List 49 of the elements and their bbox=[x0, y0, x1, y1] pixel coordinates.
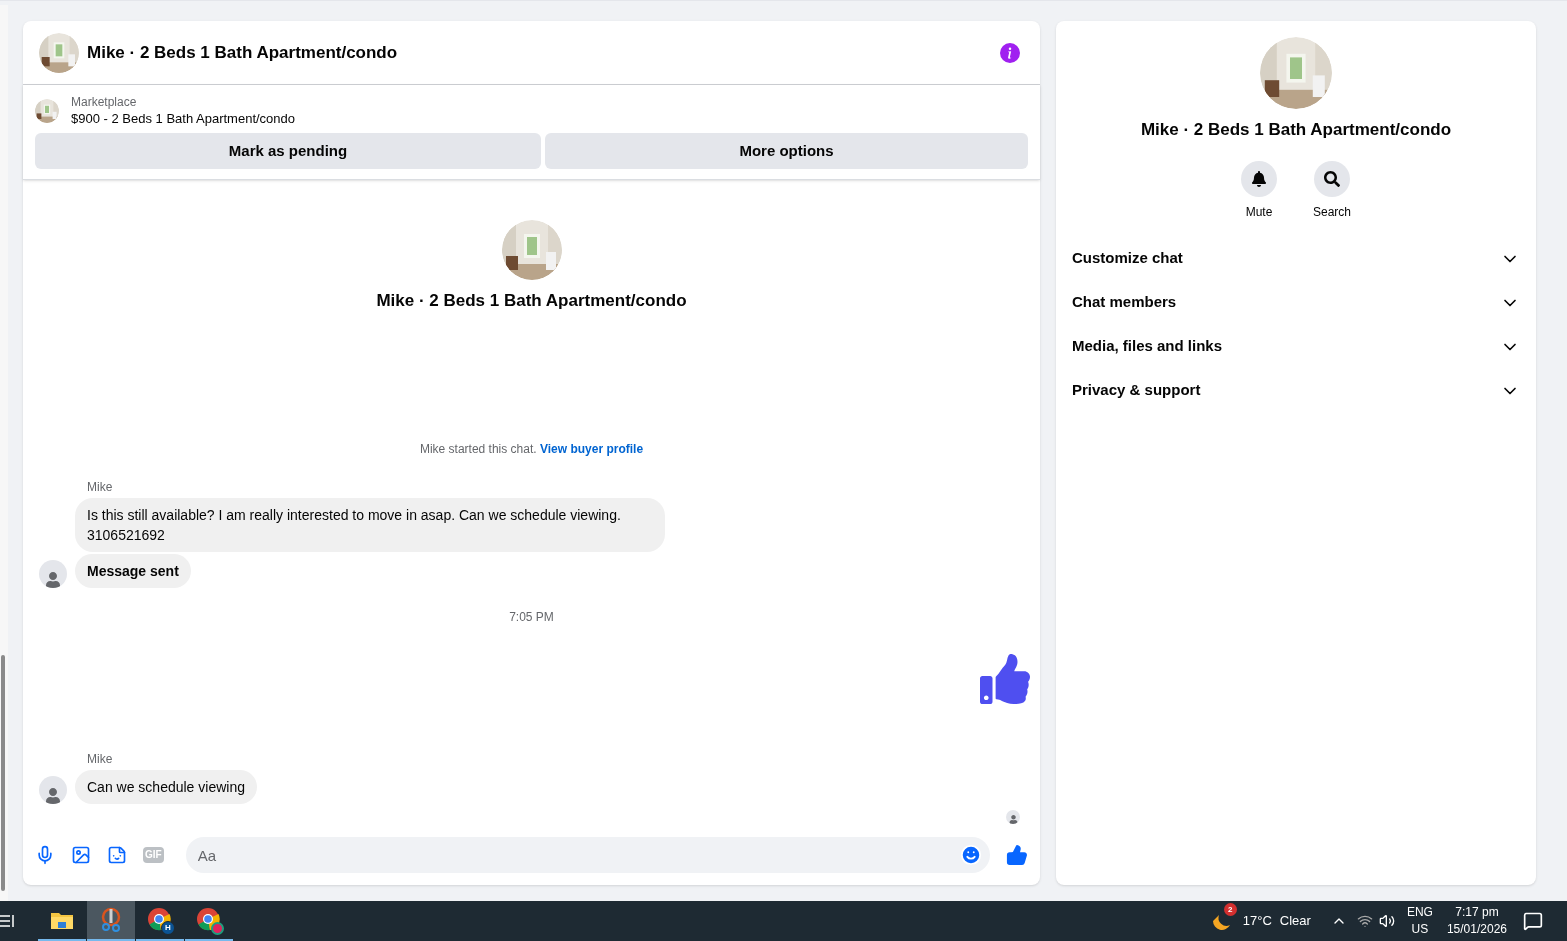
folder-icon bbox=[50, 910, 74, 930]
notifications-icon[interactable] bbox=[1523, 911, 1543, 931]
region[interactable]: US bbox=[1411, 921, 1429, 938]
browser-icon: H bbox=[147, 907, 173, 933]
message-field[interactable]: Aa bbox=[185, 837, 990, 873]
thumbs-up-icon bbox=[980, 653, 1030, 704]
bell-icon bbox=[1251, 170, 1267, 187]
listing-title[interactable]: $900 - 2 Beds 1 Bath Apartment/condo bbox=[71, 110, 296, 128]
scrollbar[interactable] bbox=[1, 655, 5, 891]
section-toggle[interactable]: Privacy & support bbox=[1072, 368, 1520, 413]
section-toggle[interactable]: Chat members bbox=[1072, 280, 1520, 325]
sender-name: Mike bbox=[87, 478, 114, 496]
emoji-icon[interactable] bbox=[960, 844, 982, 866]
details-title: Mike · 2 Beds 1 Bath Apartment/condo bbox=[1140, 119, 1452, 141]
clock-date[interactable]: 15/01/2026 bbox=[1446, 921, 1507, 938]
microphone-icon[interactable] bbox=[35, 845, 55, 865]
browser-icon bbox=[196, 907, 222, 933]
notification-badge: 2 bbox=[1223, 903, 1237, 916]
intro-title: Mike · 2 Beds 1 Bath Apartment/condo bbox=[376, 290, 687, 312]
chat-title: Mike · 2 Beds 1 Bath Apartment/condo bbox=[87, 41, 399, 64]
section-toggle[interactable]: Media, files and links bbox=[1072, 324, 1520, 369]
avatar-icon bbox=[39, 775, 67, 804]
listing-source: Marketplace bbox=[71, 94, 138, 110]
action-button[interactable]: More options bbox=[545, 133, 1028, 169]
temperature: 17°C bbox=[1242, 912, 1272, 931]
search-icon bbox=[1324, 170, 1340, 187]
scissors-icon bbox=[99, 907, 123, 933]
buyer-profile-link[interactable]: View buyer profile bbox=[539, 441, 644, 456]
message-bubble: Message sent bbox=[75, 553, 191, 588]
avatar-icon bbox=[39, 559, 67, 588]
image-icon[interactable] bbox=[71, 845, 91, 865]
message-bubble: Can we schedule viewing bbox=[75, 769, 257, 804]
volume-icon[interactable] bbox=[1378, 913, 1395, 929]
wifi-icon[interactable] bbox=[1356, 913, 1373, 929]
message-bubble: Is this still available? I am really interested to move in asap. Can we schedule viewing. 3106521692 bbox=[75, 497, 665, 552]
system-message: Mike started this chat. View buyer profile bbox=[419, 440, 644, 458]
task-view-icon[interactable] bbox=[0, 914, 14, 928]
seen-avatar-icon bbox=[1006, 809, 1020, 824]
info-icon[interactable] bbox=[1000, 42, 1020, 63]
taskbar-app[interactable]: H bbox=[136, 901, 184, 941]
sender-name: Mike bbox=[87, 750, 114, 768]
timestamp: 7:05 PM bbox=[509, 608, 554, 626]
section-toggle[interactable]: Customize chat bbox=[1072, 236, 1520, 281]
language[interactable]: ENG bbox=[1406, 904, 1433, 921]
action-button[interactable]: Mark as pending bbox=[35, 133, 541, 169]
thumbs-up-icon[interactable] bbox=[1006, 844, 1028, 866]
sticker-icon[interactable] bbox=[107, 845, 127, 865]
weather-condition: Clear bbox=[1279, 912, 1311, 931]
clock-time[interactable]: 7:17 pm bbox=[1455, 904, 1499, 921]
